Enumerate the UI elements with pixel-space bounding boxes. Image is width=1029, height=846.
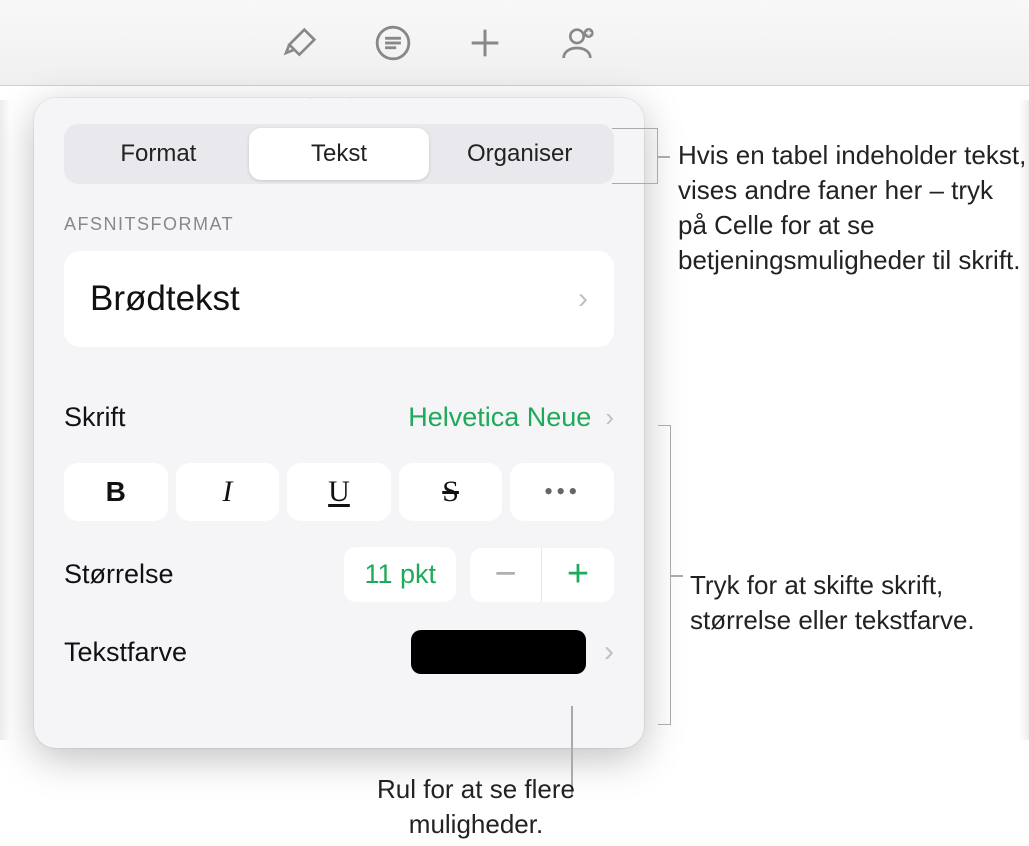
size-stepper: − + [470,548,614,602]
size-decrease-button[interactable]: − [470,548,542,602]
tabs-segmented-control: Format Tekst Organiser [64,124,614,184]
text-lines-icon[interactable] [372,22,414,64]
paragraph-style-value: Brødtekst [90,279,240,319]
annotation-font: Tryk for at skifte skrift, størrelse ell… [690,568,1020,638]
top-toolbar [0,0,1029,86]
text-color-row[interactable]: Tekstfarve › [64,630,614,674]
italic-button[interactable]: I [176,463,280,521]
bold-button[interactable]: B [64,463,168,521]
more-styles-button[interactable]: ••• [510,463,614,521]
callout-line [658,156,670,158]
paragraph-style-row[interactable]: Brødtekst › [64,251,614,347]
underline-button[interactable]: U [287,463,391,521]
collaborate-icon[interactable] [556,22,598,64]
chevron-right-icon: › [578,282,588,316]
text-color-swatch[interactable] [411,630,586,674]
text-style-buttons: B I U S ••• [64,463,614,521]
font-value: Helvetica Neue [408,402,591,433]
callout-bracket [612,128,658,184]
size-label: Størrelse [64,559,174,590]
paragraph-format-label: AFSNITSFORMAT [64,214,614,235]
size-row: Størrelse 11 pkt − + [64,547,614,602]
chevron-right-icon: › [604,635,614,669]
format-popover: Format Tekst Organiser AFSNITSFORMAT Brø… [34,98,644,748]
scroll-shadow-left [0,100,10,740]
size-increase-button[interactable]: + [542,548,614,602]
strikethrough-button[interactable]: S [399,463,503,521]
text-color-label: Tekstfarve [64,637,187,668]
callout-bracket [658,425,671,725]
plus-icon[interactable] [464,22,506,64]
paintbrush-icon[interactable] [280,22,322,64]
annotation-tabs: Hvis en tabel indeholder tekst, vises an… [678,138,1028,278]
font-label: Skrift [64,402,126,433]
tab-organize[interactable]: Organiser [429,128,610,180]
font-row[interactable]: Skrift Helvetica Neue › [64,391,614,443]
size-value[interactable]: 11 pkt [344,547,456,602]
callout-line [671,575,683,577]
tab-format[interactable]: Format [68,128,249,180]
tab-text[interactable]: Tekst [249,128,430,180]
annotation-scroll: Rul for at se flere muligheder. [326,772,626,842]
chevron-right-icon: › [605,402,614,433]
